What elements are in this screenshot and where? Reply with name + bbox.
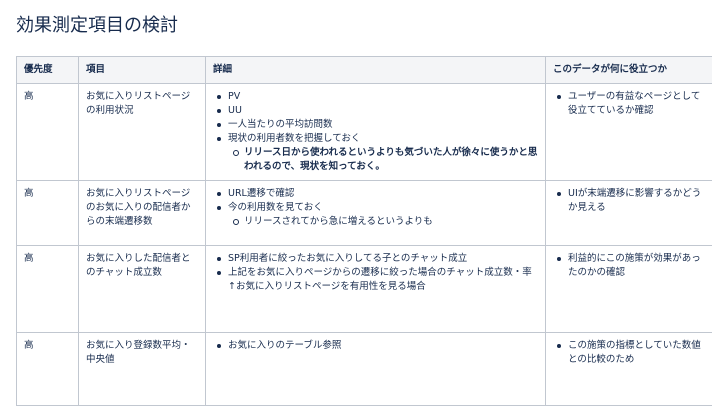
item-cell: お気に入りリストページのお気に入りの配信者からの末端遷移数 [78,180,206,246]
bullet-icon [217,206,221,210]
table-header-row: 優先度 項目 詳細 このデータが何に役立つか [16,56,712,84]
sub-list-item-text: リリースされてから急に増えるというよりも [244,216,433,227]
usage-list: 利益的にこの施策が効果があったのかの確認 [553,252,705,280]
bullet-icon [217,271,221,275]
header-usage: このデータが何に役立つか [545,56,712,84]
page-title: 効果測定項目の検討 [16,15,178,36]
usage-list: ユーザーの有益なページとして役立てているか確認 [553,90,705,118]
header-detail: 詳細 [205,56,546,84]
bullet-icon [217,257,221,261]
list-item: SP利用者に絞ったお気に入りしてる子とのチャット成立 [217,252,538,266]
list-item-text: この施策の指標としていた数値との比較のため [568,340,701,365]
list-item: お気に入りのテーブル参照 [217,339,538,353]
list-item: UU [217,104,538,118]
table-row: 高 お気に入りした配信者とのチャット成立数 SP利用者に絞ったお気に入りしてる子… [16,245,712,333]
bullet-icon [557,192,561,196]
bullet-icon [557,344,561,348]
table-row: 高 お気に入り登録数平均・中央値 お気に入りのテーブル参照 この施策の指標として… [16,332,712,406]
list-item: 上記をお気に入りページからの遷移に絞った場合のチャット成立数・率 ↑お気に入りリ… [217,266,538,294]
detail-list: SP利用者に絞ったお気に入りしてる子とのチャット成立 上記をお気に入りページから… [213,252,538,294]
list-item: 現状の利用者数を把握しておく リリース日から使われるというよりも気づいた人が徐々… [217,132,538,174]
sub-list: リリースされてから急に増えるというよりも [228,215,538,229]
bullet-icon [217,344,221,348]
table-row: 高 お気に入りリストページの利用状況 PV UU 一人当たりの平均訪問数 現状の… [16,83,712,181]
detail-list: PV UU 一人当たりの平均訪問数 現状の利用者数を把握しておく リリース日から… [213,90,538,174]
measurement-table-wrapper: 優先度 項目 詳細 このデータが何に役立つか 高 お気に入りリストページの利用状… [16,56,712,409]
list-item-text: UIが末端遷移に影響するかどうか見える [568,188,702,213]
item-cell: お気に入り登録数平均・中央値 [78,332,206,406]
detail-cell: お気に入りのテーブル参照 [205,332,546,406]
list-item-text: SP利用者に絞ったお気に入りしてる子とのチャット成立 [228,253,468,264]
item-cell: お気に入りリストページの利用状況 [78,83,206,181]
detail-cell: URL遷移で確認 今の利用数を見ておく リリースされてから急に増えるというよりも [205,180,546,246]
sub-bullet-icon [233,219,239,225]
usage-cell: ユーザーの有益なページとして役立てているか確認 [545,83,712,181]
item-cell: お気に入りした配信者とのチャット成立数 [78,245,206,333]
bullet-icon [217,192,221,196]
detail-cell: PV UU 一人当たりの平均訪問数 現状の利用者数を把握しておく リリース日から… [205,83,546,181]
bullet-icon [217,123,221,127]
list-item: 一人当たりの平均訪問数 [217,118,538,132]
priority-cell: 高 [16,245,79,333]
list-item: URL遷移で確認 [217,187,538,201]
usage-cell: この施策の指標としていた数値との比較のため [545,332,712,406]
detail-list: URL遷移で確認 今の利用数を見ておく リリースされてから急に増えるというよりも [213,187,538,229]
list-item-text: 現状の利用者数を把握しておく [228,133,361,144]
header-priority: 優先度 [16,56,79,84]
list-item: この施策の指標としていた数値との比較のため [557,339,705,367]
priority-cell: 高 [16,83,79,181]
list-item-text: ユーザーの有益なページとして役立てているか確認 [568,91,701,116]
header-item: 項目 [78,56,206,84]
usage-cell: UIが末端遷移に影響するかどうか見える [545,180,712,246]
priority-cell: 高 [16,332,79,406]
list-item-text: 上記をお気に入りページからの遷移に絞った場合のチャット成立数・率 [228,267,532,278]
list-item-text: URL遷移で確認 [228,188,295,199]
list-item-text: 利益的にこの施策が効果があったのかの確認 [568,253,701,278]
usage-list: この施策の指標としていた数値との比較のため [553,339,705,367]
bullet-icon [217,109,221,113]
list-item: UIが末端遷移に影響するかどうか見える [557,187,705,215]
list-item-text: UU [228,105,242,116]
sub-list: リリース日から使われるというよりも気づいた人が徐々に使うかと思われるので、現状を… [228,146,538,174]
priority-cell: 高 [16,180,79,246]
detail-list: お気に入りのテーブル参照 [213,339,538,353]
table-row: 高 お気に入りリストページのお気に入りの配信者からの末端遷移数 URL遷移で確認… [16,180,712,246]
sub-list-item: リリースされてから急に増えるというよりも [233,215,538,229]
sub-bullet-icon [233,150,239,156]
bullet-icon [217,137,221,141]
list-item: PV [217,90,538,104]
list-item-text: PV [228,91,241,102]
list-item: 利益的にこの施策が効果があったのかの確認 [557,252,705,280]
list-item-text: 一人当たりの平均訪問数 [228,119,333,130]
sub-list-item-text: リリース日から使われるというよりも気づいた人が徐々に使うかと思われるので、現状を… [244,147,538,172]
sub-list-item: リリース日から使われるというよりも気づいた人が徐々に使うかと思われるので、現状を… [233,146,538,174]
detail-note: ↑お気に入りリストページを有用性を見る場合 [228,281,426,292]
detail-cell: SP利用者に絞ったお気に入りしてる子とのチャット成立 上記をお気に入りページから… [205,245,546,333]
measurement-table: 優先度 項目 詳細 このデータが何に役立つか 高 お気に入りリストページの利用状… [16,56,712,406]
usage-list: UIが末端遷移に影響するかどうか見える [553,187,705,215]
list-item-text: お気に入りのテーブル参照 [228,340,342,351]
usage-cell: 利益的にこの施策が効果があったのかの確認 [545,245,712,333]
bullet-icon [217,95,221,99]
list-item: 今の利用数を見ておく リリースされてから急に増えるというよりも [217,201,538,229]
bullet-icon [557,95,561,99]
bullet-icon [557,257,561,261]
list-item: ユーザーの有益なページとして役立てているか確認 [557,90,705,118]
list-item-text: 今の利用数を見ておく [228,202,323,213]
